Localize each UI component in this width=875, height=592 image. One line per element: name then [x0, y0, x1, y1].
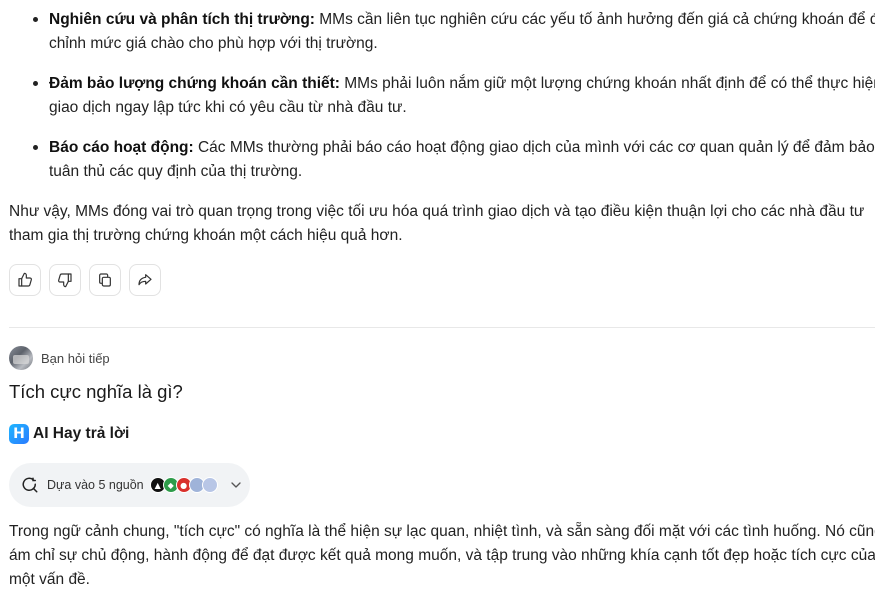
share-icon: [138, 274, 152, 286]
source-favicons: ▲ ◆ ●: [149, 477, 218, 493]
bullet-item-reporting: Báo cáo hoạt động: Các MMs thường phải b…: [49, 136, 875, 184]
copy-icon: [99, 273, 111, 287]
bullet-text-cont: giao dịch ngay lập tức khi có yêu cầu từ…: [49, 99, 407, 116]
search-refresh-icon: [22, 477, 38, 493]
bullet-text: MMs phải luôn nắm giữ một lượng chứng kh…: [339, 75, 875, 92]
bullet-text: Các MMs thường phải báo cáo hoạt động gi…: [193, 139, 875, 156]
dislike-button[interactable]: [49, 264, 81, 296]
bullet-item-inventory: Đảm bảo lượng chứng khoán cần thiết: MMs…: [49, 72, 875, 120]
chevron-down-icon: [230, 482, 241, 488]
share-button[interactable]: [129, 264, 161, 296]
sources-toggle[interactable]: Dựa vào 5 nguồn ▲ ◆ ●: [9, 463, 250, 507]
bullet-title: Báo cáo hoạt động:: [49, 139, 194, 156]
thumbs-up-icon: [18, 272, 32, 287]
bullet-item-research: Nghiên cứu và phân tích thị trường: MMs …: [49, 8, 875, 56]
bullet-title: Đảm bảo lượng chứng khoán cần thiết:: [49, 75, 340, 92]
avatar: [9, 346, 33, 370]
ai-hay-logo-icon: H: [9, 424, 29, 444]
bullet-text-cont: tuân thủ các quy định của thị trường.: [49, 163, 303, 180]
answer-paragraph: Trong ngữ cảnh chung, "tích cực" có nghĩ…: [9, 520, 875, 592]
bullet-dot: [33, 81, 38, 86]
section-divider: [9, 327, 875, 328]
answer-action-bar: [9, 264, 161, 296]
followup-label: Bạn hỏi tiếp: [41, 350, 110, 366]
source-favicon-icon: [201, 477, 218, 493]
ai-name: AI Hay trả lời: [33, 425, 130, 442]
bullet-text-cont: chỉnh mức giá chào cho phù hợp với thị t…: [49, 35, 378, 52]
bullet-text: MMs cần liên tục nghiên cứu các yếu tố ả…: [314, 11, 875, 28]
answer-line: một vấn đề.: [9, 571, 90, 588]
summary-line: Như vậy, MMs đóng vai trò quan trọng tro…: [9, 203, 865, 220]
user-question: Tích cực nghĩa là gì?: [9, 381, 183, 402]
sources-label: Dựa vào 5 nguồn: [47, 478, 144, 492]
bullet-dot: [33, 145, 38, 150]
bullet-title: Nghiên cứu và phân tích thị trường:: [49, 11, 315, 28]
bullet-dot: [33, 17, 38, 22]
answer-line: Trong ngữ cảnh chung, "tích cực" có nghĩ…: [9, 523, 875, 540]
ai-answer-header: H AI Hay trả lời: [9, 424, 129, 444]
like-button[interactable]: [9, 264, 41, 296]
thumbs-down-icon: [58, 273, 72, 288]
summary-line: tham gia thị trường chứng khoán một cách…: [9, 227, 403, 244]
copy-button[interactable]: [89, 264, 121, 296]
followup-header: Bạn hỏi tiếp: [9, 346, 110, 370]
summary-paragraph: Như vậy, MMs đóng vai trò quan trọng tro…: [9, 200, 864, 248]
answer-line: ám chỉ sự chủ động, hành động để đạt đượ…: [9, 547, 875, 564]
